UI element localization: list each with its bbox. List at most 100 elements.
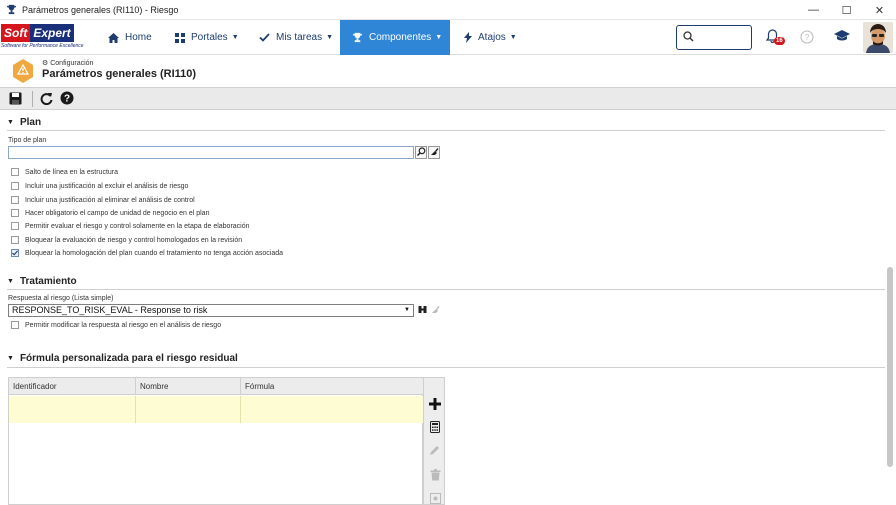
tipo-plan-label: Tipo de plan [8, 137, 47, 144]
checkbox[interactable] [11, 209, 19, 217]
grid-icon [175, 32, 185, 43]
section-plan-header[interactable]: ▼ Plan [7, 117, 41, 128]
pencil-icon [429, 444, 441, 458]
checkbox[interactable] [11, 236, 19, 244]
search-icon [416, 147, 426, 158]
respuesta-clear-button[interactable] [429, 304, 441, 317]
table-row[interactable] [9, 396, 423, 423]
option-label: Bloquear la evaluación de riesgo y contr… [25, 236, 243, 244]
plus-icon [429, 398, 441, 412]
window-titlebar: Parámetros generales (RI110) - Riesgo — … [0, 0, 896, 20]
eraser-icon [430, 147, 439, 158]
logo-part-1: Soft [1, 24, 31, 42]
collapse-triangle-icon: ▼ [7, 278, 14, 285]
column-nombre[interactable]: Nombre [136, 378, 241, 395]
option-unidad-negocio[interactable]: Hacer obligatorio el campo de unidad de … [11, 208, 209, 218]
option-bloquear-homologacion[interactable]: Bloquear la homologación del plan cuando… [11, 248, 283, 258]
nav-componentes-label: Componentes [369, 32, 432, 43]
option-label: Permitir modificar la respuesta al riesg… [25, 321, 222, 329]
section-tratamiento-header[interactable]: ▼ Tratamiento [7, 276, 77, 287]
option-label: Incluir una justificación al excluir el … [25, 182, 189, 190]
nav-atajos-label: Atajos [478, 32, 506, 43]
respuesta-riesgo-label: Respuesta al riesgo (Lista simple) [8, 295, 114, 302]
chevron-down-icon: ▼ [509, 34, 517, 41]
option-justificacion-excluir[interactable]: Incluir una justificación al excluir el … [11, 181, 188, 191]
minimize-button[interactable]: — [797, 0, 830, 20]
option-label: Incluir una justificación al eliminar el… [25, 196, 195, 204]
softexpert-logo[interactable]: Soft Expert Software for Performance Exc… [1, 24, 93, 52]
tipo-plan-search-button[interactable] [415, 146, 427, 159]
logo-part-2: Expert [30, 24, 74, 42]
home-icon [108, 32, 119, 43]
checkbox-checked[interactable] [11, 249, 19, 257]
checkbox[interactable] [11, 222, 19, 230]
top-navigation: Soft Expert Software for Performance Exc… [0, 20, 896, 55]
table-cell [136, 396, 241, 423]
column-formula[interactable]: Fórmula [241, 378, 423, 395]
checkbox[interactable] [11, 182, 19, 190]
delete-button[interactable] [428, 469, 442, 483]
calculator-button[interactable] [428, 421, 442, 435]
chevron-down-icon: ▼ [404, 307, 410, 313]
graduation-cap-icon[interactable] [834, 29, 850, 44]
page-title: Parámetros generales (RI110) [42, 68, 197, 80]
check-icon [259, 33, 270, 42]
help-circle-icon[interactable]: ? [800, 30, 814, 46]
svg-text:?: ? [64, 94, 70, 105]
collapse-triangle-icon: ▼ [7, 355, 14, 362]
respuesta-hierarchy-button[interactable] [416, 304, 428, 317]
calculator-icon [430, 421, 440, 435]
help-button[interactable]: ? [59, 91, 75, 107]
user-avatar[interactable] [863, 22, 893, 53]
checkbox[interactable] [11, 196, 19, 204]
respuesta-riesgo-select[interactable]: RESPONSE_TO_RISK_EVAL - Response to risk… [8, 304, 414, 317]
column-identificador[interactable]: Identificador [9, 378, 136, 395]
page-header: ⚙ Configuración Parámetros generales (RI… [0, 56, 896, 86]
vertical-scrollbar[interactable] [887, 267, 893, 467]
grid-header: Identificador Nombre Fórmula [9, 378, 423, 395]
option-bloquear-evaluacion[interactable]: Bloquear la evaluación de riesgo y contr… [11, 235, 242, 245]
table-cell [9, 396, 136, 423]
nav-atajos[interactable]: Atajos ▼ [456, 20, 522, 55]
chevron-down-icon: ▼ [326, 34, 334, 41]
edit-button[interactable] [428, 444, 442, 458]
chevron-down-icon: ▼ [231, 34, 239, 41]
notification-badge: 16 [774, 37, 785, 45]
checkbox[interactable] [11, 321, 19, 329]
option-label: Salto de línea en la estructura [25, 168, 119, 176]
view-button[interactable] [428, 492, 442, 505]
option-salto-linea[interactable]: Salto de línea en la estructura [11, 167, 118, 177]
refresh-button[interactable] [38, 91, 54, 107]
option-label: Permitir evaluar el riesgo y control sol… [25, 222, 250, 230]
nav-mis-tareas[interactable]: Mis tareas ▼ [252, 20, 338, 55]
save-button[interactable] [7, 91, 23, 107]
trash-icon [430, 469, 441, 483]
option-justificacion-eliminar[interactable]: Incluir una justificación al eliminar el… [11, 195, 195, 205]
maximize-button[interactable]: ☐ [830, 0, 863, 20]
notifications-button[interactable]: 16 [765, 29, 788, 49]
checkbox[interactable] [11, 168, 19, 176]
question-icon: ? [60, 91, 74, 107]
close-button[interactable]: ✕ [863, 0, 896, 20]
nav-portales[interactable]: Portales ▼ [168, 20, 244, 55]
nav-home[interactable]: Home [100, 20, 160, 55]
section-divider [7, 367, 885, 368]
section-formula-title: Fórmula personalizada para el riesgo res… [19, 353, 238, 364]
refresh-icon [40, 92, 53, 107]
search-input[interactable] [676, 25, 752, 50]
search-icon [683, 31, 694, 44]
section-plan-title: Plan [19, 117, 42, 128]
tipo-plan-clear-button[interactable] [428, 146, 440, 159]
add-button[interactable] [428, 398, 442, 412]
tipo-plan-input[interactable] [8, 146, 414, 159]
breadcrumb[interactable]: ⚙ Configuración [42, 59, 93, 67]
section-divider [7, 130, 885, 131]
risk-warning-icon [12, 59, 34, 83]
nav-componentes[interactable]: Componentes ▼ [340, 20, 450, 55]
formula-grid: Identificador Nombre Fórmula [8, 377, 423, 505]
option-modificar-respuesta[interactable]: Permitir modificar la respuesta al riesg… [11, 320, 221, 330]
toolbar-separator [32, 91, 33, 107]
nav-portales-label: Portales [191, 32, 228, 43]
section-formula-header[interactable]: ▼ Fórmula personalizada para el riesgo r… [7, 353, 238, 364]
option-evaluar-elaboracion[interactable]: Permitir evaluar el riesgo y control sol… [11, 221, 250, 231]
